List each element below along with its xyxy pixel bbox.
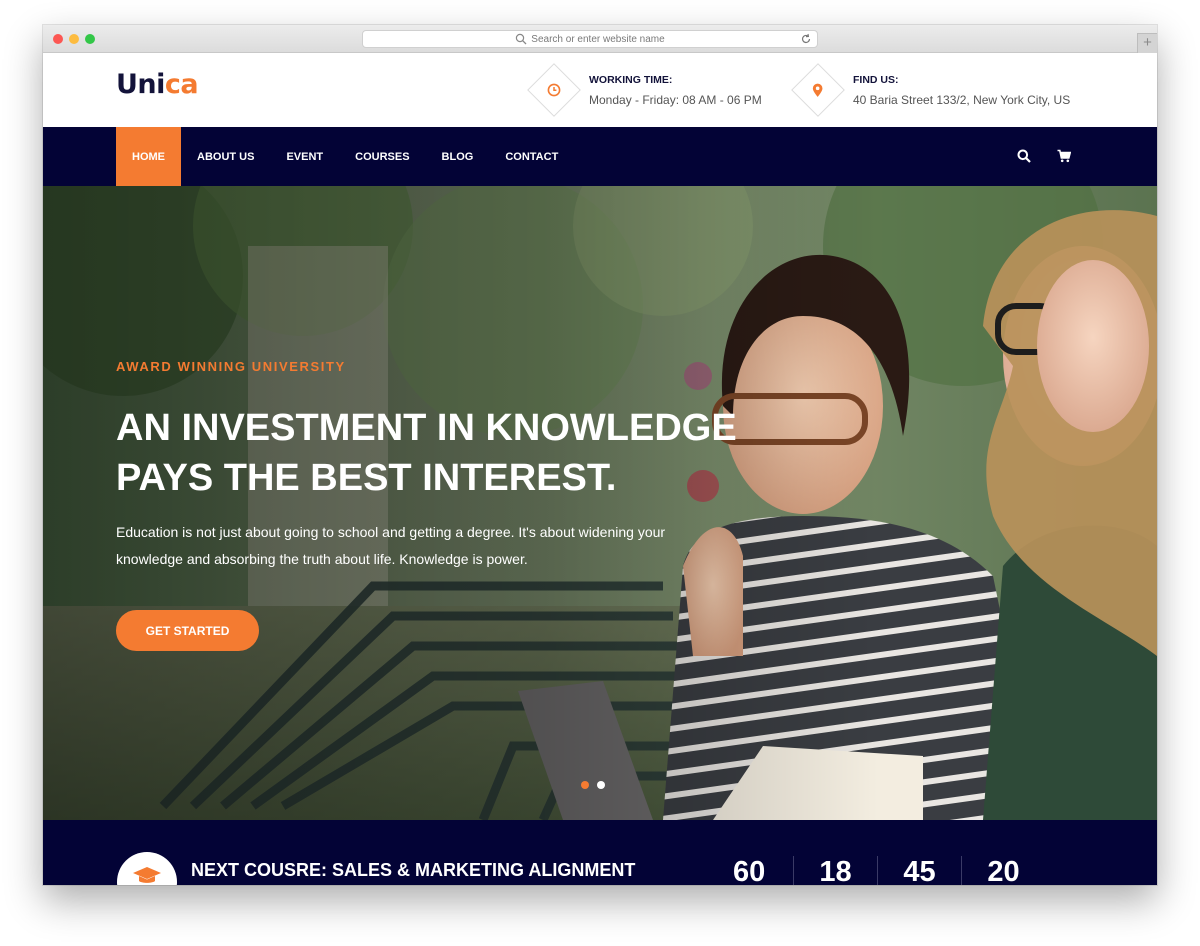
find-us-label: FIND US:	[853, 73, 899, 86]
site-header: Unica WORKING TIME: Monday - Friday: 08 …	[43, 53, 1157, 127]
nav-menu: HOME ABOUT US EVENT COURSES BLOG CONTACT	[116, 127, 574, 186]
map-pin-icon	[813, 83, 823, 97]
hero-headline: AN INVESTMENT IN KNOWLEDGE PAYS THE BEST…	[116, 403, 816, 503]
working-time-label: WORKING TIME:	[589, 73, 673, 86]
logo-text-accent: ca	[164, 69, 199, 100]
hero-subtext: Education is not just about going to sch…	[116, 519, 696, 573]
countdown-value: 45	[877, 856, 961, 885]
find-us-badge	[791, 63, 845, 117]
next-course-bar: NEXT COUSRE: SALES & MARKETING ALIGNMENT…	[43, 820, 1157, 885]
site-logo[interactable]: Unica	[116, 69, 199, 100]
clock-icon	[547, 83, 561, 97]
browser-window: Search or enter website name + Unica WOR…	[43, 25, 1157, 885]
slider-dot-1[interactable]	[581, 781, 589, 789]
hero-headline-line-1: AN INVESTMENT IN KNOWLEDGE	[116, 407, 737, 449]
nav-actions	[1017, 149, 1071, 163]
browser-toolbar: Search or enter website name +	[43, 25, 1157, 53]
countdown-value: 60	[733, 856, 766, 885]
nav-item-about-us[interactable]: ABOUT US	[181, 127, 270, 186]
countdown-value: 20	[961, 856, 1045, 885]
nav-item-blog[interactable]: BLOG	[426, 127, 490, 186]
hero-headline-line-2: PAYS THE BEST INTEREST.	[116, 457, 617, 499]
next-course-title: NEXT COUSRE: SALES & MARKETING ALIGNMENT	[191, 860, 636, 880]
cart-icon[interactable]	[1057, 149, 1071, 163]
working-time-block: WORKING TIME: Monday - Friday: 08 AM - 0…	[527, 63, 762, 117]
slider-pagination	[581, 781, 605, 789]
reload-icon[interactable]	[800, 33, 812, 45]
address-bar-placeholder: Search or enter website name	[531, 33, 665, 45]
find-us-address: 40 Baria Street 133/2, New York City, US	[853, 92, 1071, 107]
zoom-window-button[interactable]	[85, 34, 95, 44]
countdown-timer: 60 18 45 20	[733, 856, 1045, 885]
countdown-value: 18	[793, 856, 877, 885]
nav-item-event[interactable]: EVENT	[270, 127, 339, 186]
find-us-block: FIND US: 40 Baria Street 133/2, New York…	[791, 63, 1071, 117]
close-window-button[interactable]	[53, 34, 63, 44]
course-icon-badge	[117, 852, 177, 885]
logo-text-main: Uni	[116, 69, 165, 100]
nav-item-contact[interactable]: CONTACT	[489, 127, 574, 186]
working-time-value: Monday - Friday: 08 AM - 06 PM	[589, 92, 762, 107]
nav-item-courses[interactable]: COURSES	[339, 127, 425, 186]
hero-slider: AWARD WINNING UNIVERSITY AN INVESTMENT I…	[43, 186, 1157, 820]
working-time-badge	[527, 63, 581, 117]
main-navigation: HOME ABOUT US EVENT COURSES BLOG CONTACT	[43, 127, 1157, 186]
address-bar[interactable]: Search or enter website name	[362, 30, 818, 48]
slider-dot-2[interactable]	[597, 781, 605, 789]
hero-eyebrow: AWARD WINNING UNIVERSITY	[116, 359, 346, 374]
minimize-window-button[interactable]	[69, 34, 79, 44]
new-tab-button[interactable]: +	[1137, 33, 1157, 53]
hero-subtext-line-1: Education is not just about going to sch…	[116, 524, 666, 540]
nav-item-home[interactable]: HOME	[116, 127, 181, 186]
hero-overlay	[43, 186, 1157, 820]
search-icon	[516, 33, 527, 45]
get-started-button[interactable]: GET STARTED	[116, 610, 259, 651]
search-icon[interactable]	[1017, 149, 1031, 163]
graduation-cap-icon	[133, 867, 161, 883]
hero-subtext-line-2: knowledge and absorbing the truth about …	[116, 551, 528, 567]
